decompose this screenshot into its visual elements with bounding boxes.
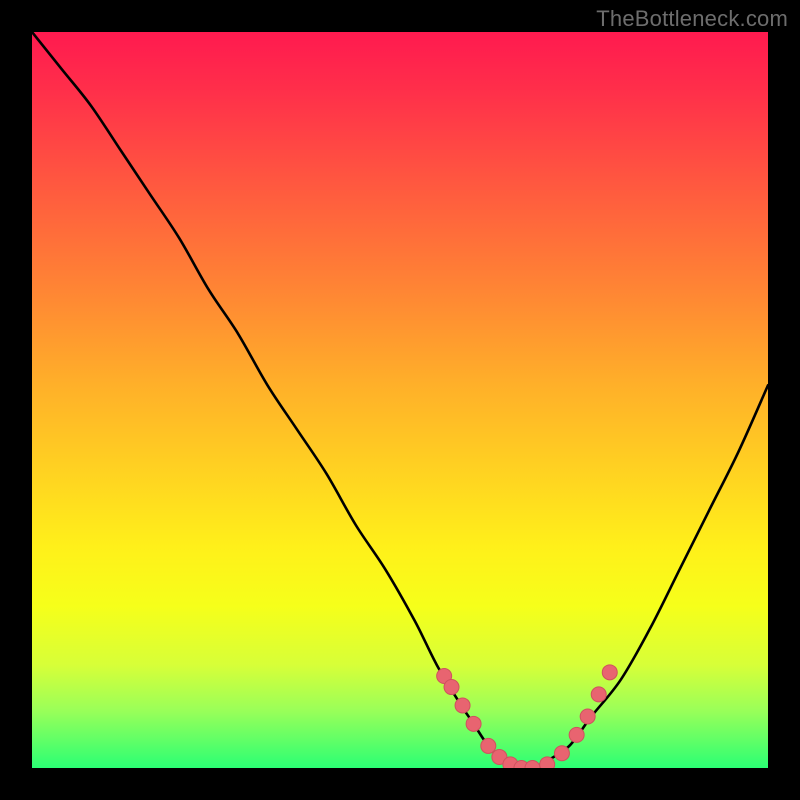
chart-stage: TheBottleneck.com xyxy=(0,0,800,800)
chart-svg xyxy=(32,32,768,768)
marker-point xyxy=(525,761,540,769)
marker-point xyxy=(481,738,496,753)
marker-point xyxy=(540,757,555,768)
marker-point xyxy=(466,716,481,731)
marker-point xyxy=(569,727,584,742)
marker-point xyxy=(602,665,617,680)
highlighted-points xyxy=(437,665,618,768)
plot-area xyxy=(32,32,768,768)
marker-point xyxy=(444,680,459,695)
watermark-text: TheBottleneck.com xyxy=(596,6,788,32)
marker-point xyxy=(554,746,569,761)
marker-point xyxy=(580,709,595,724)
marker-point xyxy=(591,687,606,702)
marker-point xyxy=(455,698,470,713)
bottleneck-curve xyxy=(32,32,768,768)
